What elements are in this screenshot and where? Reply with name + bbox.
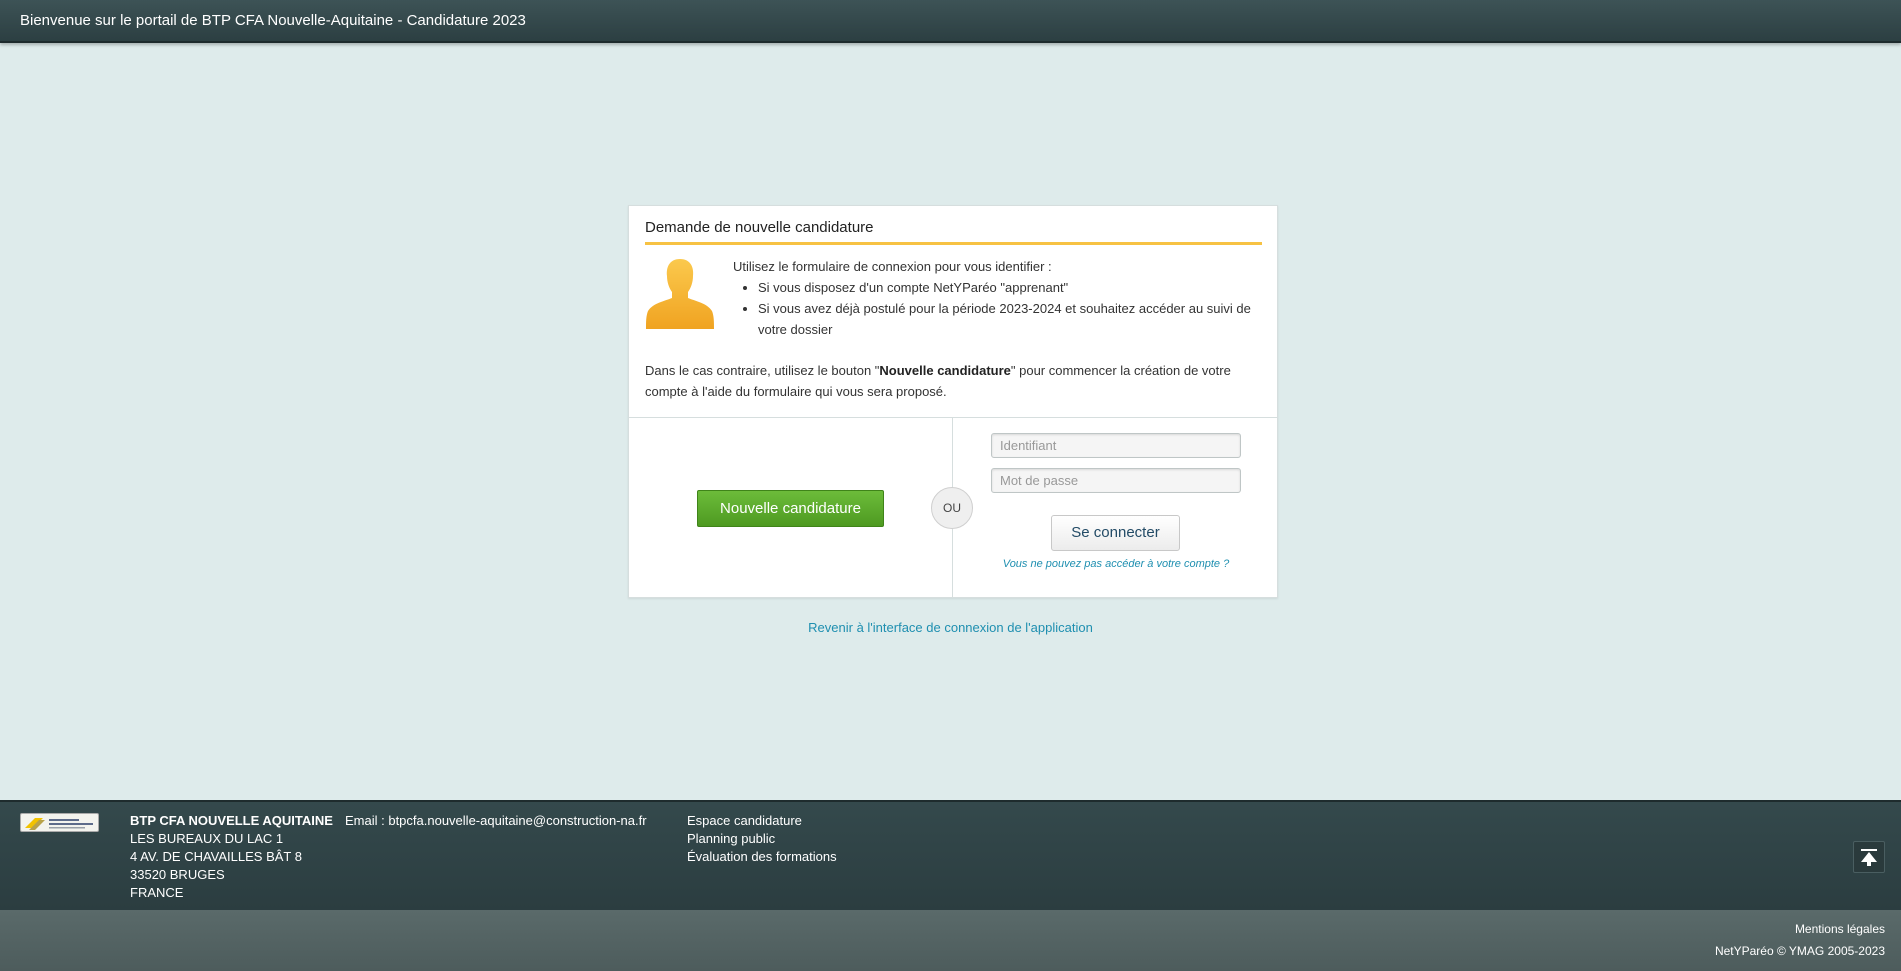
horizontal-divider [629, 417, 1277, 418]
username-input[interactable] [991, 433, 1241, 458]
scroll-to-top-icon [1861, 849, 1877, 866]
org-name: BTP CFA NOUVELLE AQUITAINE [130, 813, 333, 828]
legal-notice-link[interactable]: Mentions légales [1795, 922, 1885, 936]
instruction-item: Si vous disposez d'un compte NetYParéo "… [758, 277, 1263, 298]
contact-email[interactable]: Email : btpcfa.nouvelle-aquitaine@constr… [345, 812, 647, 830]
footer-link-espace-candidature[interactable]: Espace candidature [687, 812, 837, 830]
portal-title: Bienvenue sur le portail de BTP CFA Nouv… [20, 12, 526, 29]
intro-text: Utilisez le formulaire de connexion pour… [733, 259, 1052, 274]
footer-link-evaluation-formations[interactable]: Évaluation des formations [687, 848, 837, 866]
or-separator: OU [931, 487, 973, 529]
instructions-list: Si vous disposez d'un compte NetYParéo "… [733, 277, 1263, 340]
back-to-login-link[interactable]: Revenir à l'interface de connexion de l'… [0, 620, 1901, 635]
address-line: LES BUREAUX DU LAC 1 [130, 831, 284, 846]
password-input[interactable] [991, 468, 1241, 493]
new-application-button[interactable]: Nouvelle candidature [697, 490, 884, 527]
copyright-text: NetYParéo © YMAG 2005-2023 [1714, 944, 1885, 958]
address-line: FRANCE [130, 885, 184, 900]
instruction-item: Si vous avez déjà postulé pour la périod… [758, 298, 1263, 340]
contrary-text-bold: Nouvelle candidature [879, 363, 1011, 378]
footer-links: Espace candidature Planning public Évalu… [687, 812, 837, 866]
org-logo [20, 813, 99, 832]
forgot-account-link[interactable]: Vous ne pouvez pas accéder à votre compt… [991, 558, 1241, 570]
login-button[interactable]: Se connecter [1051, 515, 1180, 551]
address-line: 33520 BRUGES [130, 867, 225, 882]
footer-address: BTP CFA NOUVELLE AQUITAINE LES BUREAUX D… [130, 812, 333, 902]
new-application-instructions: Dans le cas contraire, utilisez le bouto… [645, 360, 1245, 402]
footer: BTP CFA NOUVELLE AQUITAINE LES BUREAUX D… [0, 800, 1901, 910]
bottom-bar: Mentions légales NetYParéo © YMAG 2005-2… [0, 910, 1901, 971]
org-logo-image [25, 818, 93, 830]
contrary-text-start: Dans le cas contraire, utilisez le bouto… [645, 363, 880, 378]
top-bar: Bienvenue sur le portail de BTP CFA Nouv… [0, 0, 1901, 43]
back-to-login-text[interactable]: Revenir à l'interface de connexion de l'… [808, 620, 1093, 635]
scroll-to-top-button[interactable] [1853, 841, 1885, 873]
footer-link-planning-public[interactable]: Planning public [687, 830, 837, 848]
footer-contact: Email : btpcfa.nouvelle-aquitaine@constr… [345, 812, 647, 830]
application-card: Demande de nouvelle candidature Utilisez… [628, 205, 1278, 598]
card-title: Demande de nouvelle candidature [645, 216, 1262, 245]
login-instructions: Utilisez le formulaire de connexion pour… [733, 256, 1263, 340]
address-line: 4 AV. DE CHAVAILLES BÂT 8 [130, 849, 302, 864]
user-avatar-icon [646, 259, 714, 329]
